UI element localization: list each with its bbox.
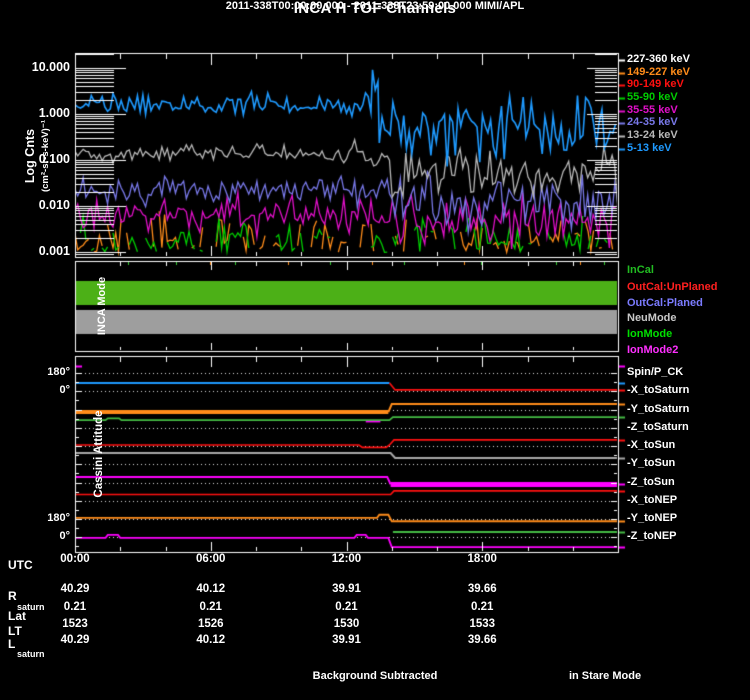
footer-stare-mode: in Stare Mode [568, 670, 642, 682]
time-range-subtitle: 2011-338T00:00:00.000 - 2011-338T23:59:0… [225, 0, 525, 12]
flux-y-axis-label-units: (cm²-sr-s-keV)⁻¹ [40, 119, 51, 193]
mode-panel-label: INCA Mode [96, 276, 108, 336]
attitude-panel-label: Cassini Attitude [93, 410, 105, 498]
flux-y-axis-label: Log Cnts (cm²-sr-s-keV)⁻¹ [23, 46, 57, 266]
flux-y-axis-label-main: Log Cnts [23, 128, 37, 184]
plot-canvas [0, 0, 750, 700]
plot-page: INCA H TOF Channels 2011-338T00:00:00.00… [0, 0, 750, 700]
footer-background-subtracted: Background Subtracted [312, 670, 438, 682]
utc-axis-label: UTC [8, 558, 33, 572]
